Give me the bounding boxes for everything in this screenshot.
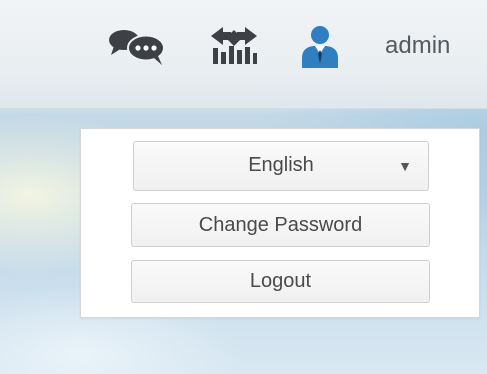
language-select-value: English — [248, 154, 314, 176]
screen: admin English ▼ Change Password Logout — [0, 0, 487, 374]
header-bar: admin — [0, 0, 487, 109]
user-menu-panel: English ▼ Change Password Logout — [80, 128, 480, 318]
language-select[interactable]: English ▼ — [133, 141, 429, 191]
dropdown-arrow-icon: ▼ — [398, 158, 412, 174]
change-password-button[interactable]: Change Password — [131, 203, 430, 247]
user-icon[interactable] — [298, 24, 342, 68]
logout-button[interactable]: Logout — [131, 260, 430, 303]
messages-icon[interactable] — [106, 27, 168, 67]
username-label[interactable]: admin — [385, 28, 450, 64]
monitor-chart-icon[interactable] — [209, 24, 259, 66]
